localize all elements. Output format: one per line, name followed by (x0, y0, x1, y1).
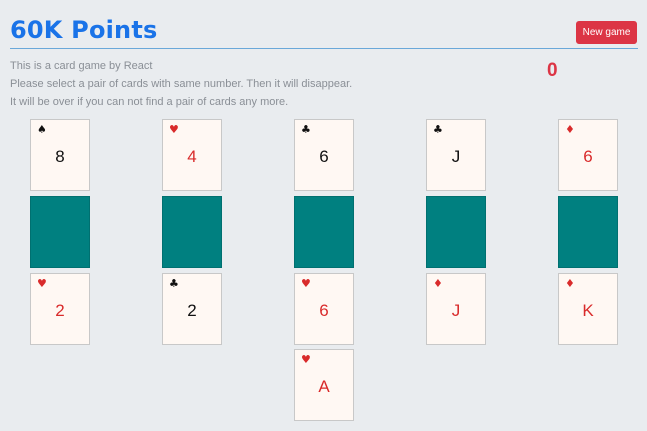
club-icon: ♣ (433, 123, 443, 136)
card-facedown[interactable] (558, 196, 618, 268)
header-divider (10, 48, 638, 49)
card-facedown[interactable] (162, 196, 222, 268)
game-description: This is a card game by React Please sele… (10, 57, 352, 111)
card-rank: 4 (187, 147, 197, 166)
card-facedown[interactable] (30, 196, 90, 268)
card-6-diamond[interactable]: ♦ 6 (558, 119, 618, 191)
card-6-club[interactable]: ♣ 6 (294, 119, 354, 191)
card-rank: 6 (319, 147, 329, 166)
card-facedown[interactable] (294, 196, 354, 268)
card-J-diamond[interactable]: ♦ J (426, 273, 486, 345)
card-4-heart[interactable]: ♥ 4 (162, 119, 222, 191)
spade-icon: ♠ (37, 123, 47, 136)
description-line: Please select a pair of cards with same … (10, 78, 353, 90)
card-rank: 6 (319, 301, 329, 320)
description-line: It will be over if you can not find a pa… (10, 96, 289, 108)
card-rank: J (451, 301, 461, 320)
card-rank: 2 (55, 301, 65, 320)
heart-icon: ♥ (169, 123, 179, 136)
card-8-spade[interactable]: ♠ 8 (30, 119, 90, 191)
description-line: This is a card game by React (10, 60, 153, 72)
card-rank: J (451, 147, 461, 166)
new-game-button[interactable]: New game (576, 21, 637, 44)
diamond-icon: ♦ (565, 277, 575, 290)
card-rank: K (582, 301, 594, 320)
card-facedown[interactable] (426, 196, 486, 268)
card-rank: 2 (187, 301, 197, 320)
heart-icon: ♥ (301, 277, 311, 290)
card-rank: 8 (55, 147, 65, 166)
score-display: 0 (547, 60, 558, 81)
diamond-icon: ♦ (433, 277, 443, 290)
page-title: 60K Points (10, 16, 158, 44)
card-6-heart[interactable]: ♥ 6 (294, 273, 354, 345)
club-icon: ♣ (301, 123, 311, 136)
diamond-icon: ♦ (565, 123, 575, 136)
card-rank: 6 (583, 147, 593, 166)
card-A-heart[interactable]: ♥ A (294, 349, 354, 421)
card-J-club[interactable]: ♣ J (426, 119, 486, 191)
card-rank: A (318, 377, 330, 396)
card-2-heart[interactable]: ♥ 2 (30, 273, 90, 345)
card-K-diamond[interactable]: ♦ K (558, 273, 618, 345)
heart-icon: ♥ (301, 353, 311, 366)
heart-icon: ♥ (37, 277, 47, 290)
club-icon: ♣ (169, 277, 179, 290)
card-2-club[interactable]: ♣ 2 (162, 273, 222, 345)
